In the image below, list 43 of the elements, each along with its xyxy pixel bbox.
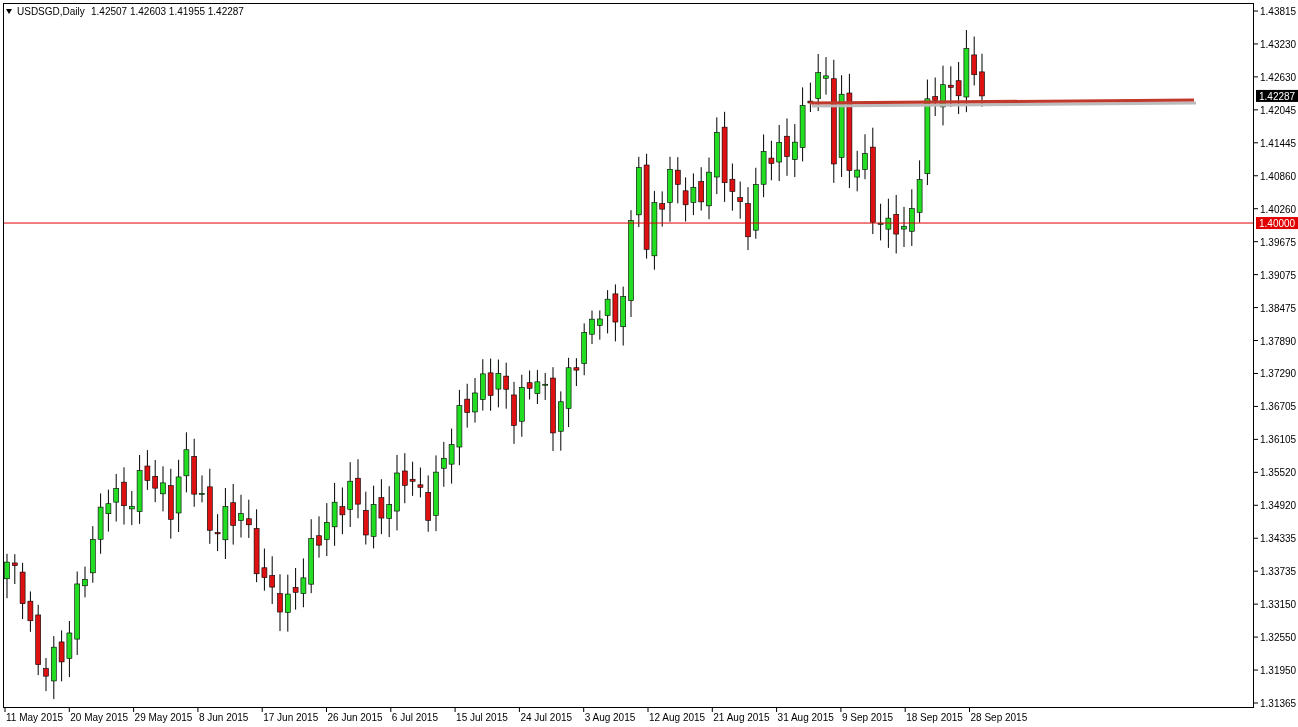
price-tick-label: 1.37290 [1260, 368, 1297, 380]
level-price-tag: 1.40000 [1256, 217, 1298, 230]
price-tick-label: 1.36705 [1260, 401, 1297, 413]
current-price-tag: 1.42287 [1256, 89, 1298, 102]
price-tick-label: 1.39075 [1260, 269, 1297, 281]
price-tick-label: 1.31950 [1260, 665, 1297, 677]
price-tick-label: 1.43230 [1260, 38, 1297, 50]
price-tick-label: 1.36105 [1260, 434, 1297, 446]
price-tick-label: 1.42630 [1260, 71, 1297, 83]
date-tick-label: 31 Aug 2015 [777, 712, 834, 723]
price-tick-label: 1.35520 [1260, 467, 1297, 479]
price-tick-label: 1.31365 [1260, 698, 1297, 709]
price-tick-label: 1.39675 [1260, 236, 1297, 248]
date-tick-label: 24 Jul 2015 [520, 712, 573, 723]
price-tick-label: 1.41445 [1260, 137, 1297, 149]
date-tick-label: 8 Jun 2015 [198, 712, 249, 723]
date-tick-label: 3 Aug 2015 [584, 712, 636, 723]
date-tick-label: 20 May 2015 [70, 712, 129, 723]
ohlc-values: 1.42507 1.42603 1.41955 1.42287 [91, 6, 244, 17]
date-tick-label: 29 May 2015 [134, 712, 193, 723]
price-tick-label: 1.32550 [1260, 632, 1297, 644]
date-tick-label: 9 Sep 2015 [841, 712, 894, 723]
price-tick-label: 1.37890 [1260, 335, 1297, 347]
price-tick-label: 1.34335 [1260, 533, 1297, 545]
symbol-label: USDSGD,Daily [17, 6, 85, 17]
date-tick-label: 21 Aug 2015 [713, 712, 770, 723]
price-tick-label: 1.34920 [1260, 500, 1297, 512]
price-tick-label: 1.33735 [1260, 566, 1297, 578]
price-tick-label: 1.40260 [1260, 203, 1297, 215]
date-tick-label: 11 May 2015 [6, 712, 64, 723]
price-tick-label: 1.40860 [1260, 170, 1297, 182]
date-tick-label: 28 Sep 2015 [970, 712, 1028, 723]
date-tick-label: 18 Sep 2015 [906, 712, 963, 723]
price-tick-label: 1.43815 [1260, 6, 1297, 17]
date-tick-label: 12 Aug 2015 [649, 712, 706, 723]
date-tick-label: 15 Jul 2015 [456, 712, 508, 723]
date-tick-label: 17 Jun 2015 [263, 712, 319, 723]
price-tick-label: 1.38475 [1260, 302, 1297, 314]
price-tick-label: 1.33150 [1260, 599, 1297, 611]
dropdown-icon[interactable] [6, 9, 12, 14]
date-tick-label: 26 Jun 2015 [327, 712, 383, 723]
date-tick-label: 6 Jul 2015 [391, 712, 438, 723]
price-tick-label: 1.42045 [1260, 104, 1297, 116]
